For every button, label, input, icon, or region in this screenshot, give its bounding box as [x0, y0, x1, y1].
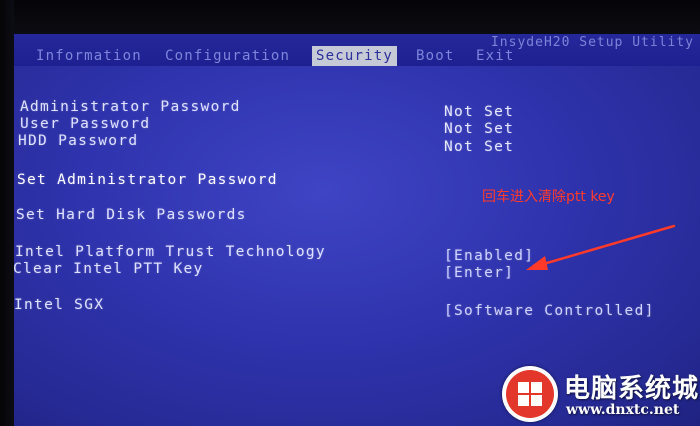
watermark: 电脑系统城 www.dnxtc.net — [502, 362, 700, 426]
watermark-title: 电脑系统城 — [564, 374, 700, 404]
watermark-url: www.dnxtc.net — [566, 402, 680, 418]
watermark-logo-icon — [502, 366, 558, 422]
